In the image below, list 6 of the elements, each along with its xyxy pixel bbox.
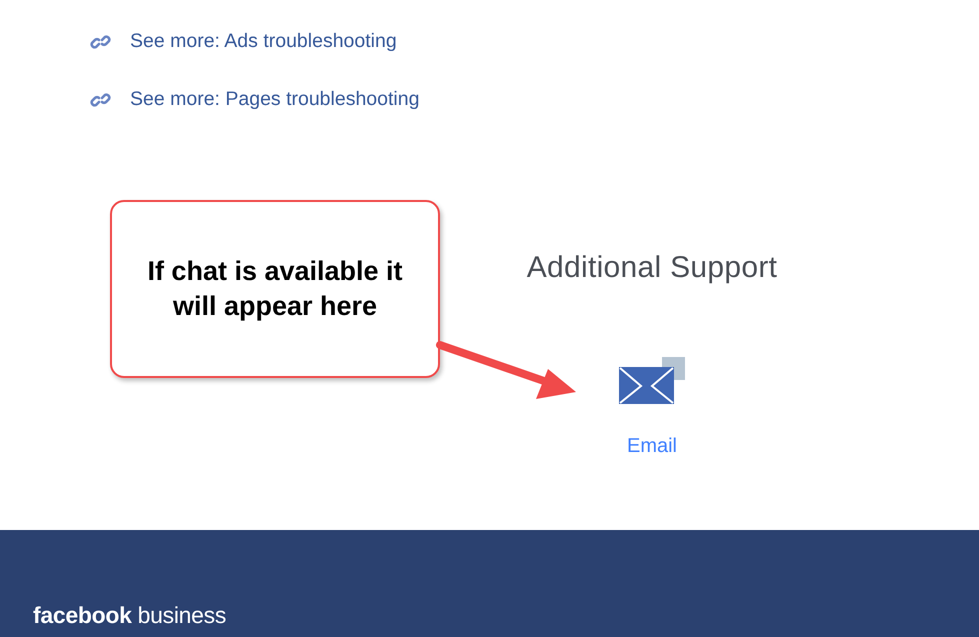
callout-text: If chat is available it will appear here — [146, 254, 404, 323]
troubleshooting-link[interactable]: See more: Pages troubleshooting — [130, 88, 420, 111]
section-title: Additional Support — [526, 251, 778, 285]
troubleshooting-link[interactable]: See more: Ads troubleshooting — [130, 30, 397, 53]
email-link[interactable]: Email — [626, 435, 677, 458]
envelope-icon[interactable] — [619, 357, 685, 405]
